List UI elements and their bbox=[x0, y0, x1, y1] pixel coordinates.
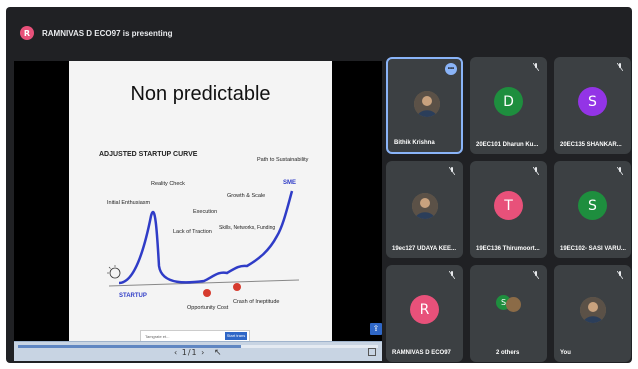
mic-off-icon bbox=[617, 63, 623, 71]
label-crash: Crash of Ineptitude bbox=[233, 299, 279, 305]
label-skills: Skills, Networks, Funding bbox=[219, 225, 275, 231]
translate-placeholder: Tamgrate et... bbox=[145, 333, 170, 339]
slide-nav[interactable]: ‹ 1/1 › bbox=[174, 348, 205, 357]
label-opportunity: Opportunity Cost bbox=[187, 305, 229, 311]
participant-tile[interactable]: T 19EC136 Thirumoort... bbox=[470, 161, 547, 258]
participant-name: 19EC102- SASI VARU... bbox=[560, 246, 626, 252]
avatar-photo bbox=[506, 297, 521, 312]
presenting-label: RAMNIVAS D ECO97 is presenting bbox=[42, 28, 173, 38]
more-options-icon[interactable]: ••• bbox=[445, 63, 457, 75]
participant-name: RAMNIVAS D ECO97 bbox=[392, 350, 451, 356]
participant-tile[interactable]: R RAMNIVAS D ECO97 bbox=[386, 265, 463, 362]
mic-off-icon bbox=[449, 271, 455, 279]
label-reality: Reality Check bbox=[151, 181, 185, 187]
label-initial: Initial Enthusiasm bbox=[107, 200, 151, 206]
participant-tile[interactable]: ••• Bithik Krishna bbox=[386, 57, 463, 154]
mic-off-icon bbox=[449, 167, 455, 175]
share-screen-icon[interactable]: ⇪ bbox=[370, 323, 382, 335]
label-sme: SME bbox=[283, 180, 296, 186]
lightbulb-icon bbox=[107, 265, 121, 279]
participant-tile[interactable]: You bbox=[554, 265, 631, 362]
participant-name: 20EC135 SHANKAR... bbox=[560, 142, 622, 148]
participant-tile[interactable]: 19ec127 UDAYA KEE... bbox=[386, 161, 463, 258]
avatar: R bbox=[410, 295, 439, 324]
participant-tile[interactable]: D 20EC101 Dharun Ku... bbox=[470, 57, 547, 154]
participant-name: 19EC136 Thirumoort... bbox=[476, 246, 540, 252]
slide-controls-bar: ‹ 1/1 › ↖ bbox=[14, 341, 382, 361]
label-startup: STARTUP bbox=[119, 293, 147, 299]
avatar-photo bbox=[412, 193, 438, 219]
crash-dot bbox=[233, 283, 241, 291]
mic-off-icon bbox=[617, 271, 623, 279]
slide: Non predictable ADJUSTED STARTUP CURVE I… bbox=[69, 61, 332, 342]
label-path: Path to Sustainability bbox=[257, 157, 309, 163]
label-lack: Lack of Traction bbox=[173, 229, 212, 235]
mic-off-icon bbox=[533, 271, 539, 279]
start-translation-button[interactable]: Start trans bbox=[225, 332, 247, 340]
presenting-banner: R RAMNIVAS D ECO97 is presenting bbox=[6, 19, 632, 47]
presentation-stage[interactable]: Non predictable ADJUSTED STARTUP CURVE I… bbox=[14, 61, 382, 361]
avatar: S bbox=[578, 191, 607, 220]
avatar-photo bbox=[414, 91, 440, 117]
avatar-photo bbox=[580, 297, 606, 323]
participant-tile[interactable]: S 20EC135 SHANKAR... bbox=[554, 57, 631, 154]
cursor-icon: ↖ bbox=[214, 347, 222, 357]
meet-window: R RAMNIVAS D ECO97 is presenting Non pre… bbox=[6, 7, 632, 363]
mic-off-icon bbox=[533, 167, 539, 175]
avatar: T bbox=[494, 191, 523, 220]
label-growth: Growth & Scale bbox=[227, 193, 265, 199]
mic-off-icon bbox=[617, 167, 623, 175]
opportunity-dot bbox=[203, 289, 211, 297]
fullscreen-icon[interactable] bbox=[368, 348, 376, 356]
curve-title: ADJUSTED STARTUP CURVE bbox=[99, 151, 198, 158]
participant-name: 20EC101 Dharun Ku... bbox=[476, 142, 539, 148]
mic-off-icon bbox=[533, 63, 539, 71]
avatar: D bbox=[494, 87, 523, 116]
participant-name: 19ec127 UDAYA KEE... bbox=[392, 246, 457, 252]
participant-tile[interactable]: S2 others bbox=[470, 265, 547, 362]
startup-curve-diagram: ADJUSTED STARTUP CURVE Initial Enthusias… bbox=[99, 151, 309, 311]
participant-name: Bithik Krishna bbox=[394, 140, 435, 146]
label-execution: Execution bbox=[193, 209, 217, 215]
participant-name: You bbox=[560, 350, 571, 356]
participant-name: 2 others bbox=[496, 350, 520, 356]
avatar: S bbox=[578, 87, 607, 116]
presenter-avatar: R bbox=[20, 26, 34, 40]
participant-tile[interactable]: S 19EC102- SASI VARU... bbox=[554, 161, 631, 258]
